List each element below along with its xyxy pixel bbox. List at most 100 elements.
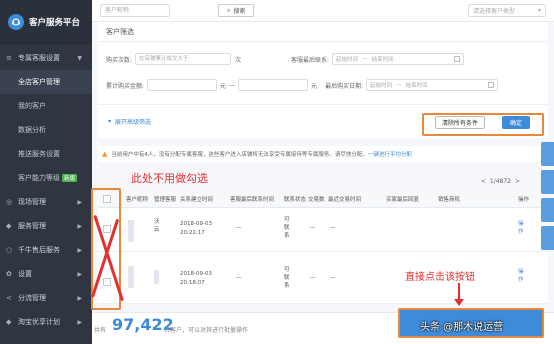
column-header: 管理客服 xyxy=(154,196,177,203)
sidebar-group-exclusive-service[interactable]: ≡ 专属客服设置 ▼ xyxy=(0,46,92,70)
chevron-down-icon: ▾ xyxy=(537,7,541,14)
filter-title: 客户筛选 xyxy=(98,22,548,42)
sidebar-group-label: 千牛售后服务 xyxy=(18,246,60,254)
table-row: 2018-09-03 20:18:07 — 可联系 — — 操作 xyxy=(98,252,548,304)
date-sep: — xyxy=(362,56,368,62)
search-button[interactable]: ⌕ 搜索 xyxy=(218,4,255,17)
last-purchase-date-range[interactable]: 起始时间 — 结束时间 xyxy=(366,79,499,91)
sidebar-group-label: 专属客服设置 xyxy=(18,54,60,62)
customer-type-select[interactable]: 请选择客户类型 ▾ xyxy=(468,4,546,17)
amount-label: 累计购买金额: xyxy=(106,82,145,90)
chevron-right-icon: ▶ xyxy=(77,294,82,302)
pager-prev-button[interactable]: < xyxy=(481,178,486,185)
service-name: 沃云 xyxy=(154,219,160,233)
customer-avatar xyxy=(128,220,134,242)
sidebar-group-label: 分流管理 xyxy=(18,294,46,302)
filter-row-amount: 累计购买金额: 元 — 元 最后购买日期: 起始时间 — 结束时间 xyxy=(98,72,548,98)
date-from: 起始时间 xyxy=(336,57,359,63)
circle-icon: ○ xyxy=(6,246,13,254)
table-header: 客户昵称 管理客服 关系建立时间 客服最后联系时间 联系状态 交易数 最近交易时… xyxy=(98,190,548,208)
sidebar-item-push-settings[interactable]: 推送服务设置 xyxy=(0,142,92,166)
chevron-right-icon: ▶ xyxy=(77,270,82,278)
warning-notice: ▲ 当前用户中有4人，没有分配专属客服，这些客户进入店铺将无法享受专属接待等专属… xyxy=(98,146,548,162)
sidebar-group-qianniu-aftersale[interactable]: ○ 千牛售后服务 ▶ xyxy=(0,238,92,262)
unit-label: 次 xyxy=(235,56,242,64)
count-suffix: 名客户，可以对其进行批量操作 xyxy=(164,327,249,334)
side-tab[interactable] xyxy=(541,170,554,194)
sidebar-group-service-management[interactable]: ◆ 服务管理 ▶ xyxy=(0,214,92,238)
sidebar-group-label: 淘宝优享计划 xyxy=(18,318,60,326)
notice-text: 当前用户中有4人，没有分配专属客服，这些客户进入店铺将无法享受专属接待等专属服务… xyxy=(111,152,368,158)
new-badge: 新版 xyxy=(62,174,78,182)
diamond-icon: ◆ xyxy=(6,222,12,230)
column-header: 买家最后回复 xyxy=(386,196,420,203)
trade-count: — xyxy=(310,275,316,281)
side-tab[interactable] xyxy=(541,142,554,166)
chevron-right-icon: ▶ xyxy=(77,198,82,206)
column-header: 联系状态 xyxy=(284,196,307,203)
sidebar-group-label: 服务管理 xyxy=(18,222,46,230)
customer-avatar xyxy=(128,266,134,288)
contact-status: 可联系 xyxy=(284,267,290,289)
last-contact-date-range[interactable]: 起始时间 — 结束时间 xyxy=(332,53,465,65)
search-icon: ⌕ xyxy=(227,6,231,14)
chevron-down-icon: ▾ xyxy=(108,118,112,125)
auto-assign-link[interactable]: 一键进行平均分配 xyxy=(368,150,412,158)
sidebar-group-settings[interactable]: ✿ 设置 ▶ xyxy=(0,262,92,286)
select-placeholder: 请选择客户类型 xyxy=(473,8,516,15)
count-prefix: 共有 xyxy=(94,327,107,334)
column-header: 操作 xyxy=(518,196,530,203)
sidebar-group-label: 设置 xyxy=(18,270,32,278)
annotation-no-check: 此处不用做勾选 xyxy=(131,172,208,185)
arrow-head-icon xyxy=(454,299,464,306)
contact-status: 可联系 xyxy=(284,217,290,239)
headset-logo-icon xyxy=(8,13,24,30)
sidebar-item-data-analysis[interactable]: 数据分析 xyxy=(0,118,92,142)
last-contact: — xyxy=(236,225,242,231)
pager-page: 1/4872 xyxy=(489,178,511,185)
location-icon: ◎ xyxy=(6,198,13,206)
pager-next-button[interactable]: > xyxy=(515,178,520,185)
sidebar-item-label: 我的客户 xyxy=(18,102,46,110)
sidebar-item-all-customers[interactable]: 全店客户管理 xyxy=(0,70,92,94)
side-tab[interactable] xyxy=(541,226,554,250)
trade-count: — xyxy=(310,225,316,231)
menu-icon: ≡ xyxy=(6,54,12,62)
sidebar-group-routing[interactable]: < 分流管理 ▶ xyxy=(0,286,92,310)
row-action-link[interactable]: 操作 xyxy=(518,268,526,284)
diamond-icon: ◆ xyxy=(6,318,12,326)
chevron-right-icon: ▶ xyxy=(77,318,82,326)
advanced-filter-link[interactable]: 展开高级筛选 xyxy=(115,117,151,126)
amount-min-input[interactable] xyxy=(147,79,218,91)
column-header: 销售商机 xyxy=(438,196,461,203)
unit-label: 元 xyxy=(220,82,227,90)
column-header: 关系建立时间 xyxy=(180,196,214,203)
service-avatar xyxy=(154,270,159,284)
column-header: 最近交易时间 xyxy=(328,196,362,203)
sidebar-group-label: 现场管理 xyxy=(18,198,46,206)
chevron-down-icon: ▼ xyxy=(77,54,82,62)
relation-time: 20:21:17 xyxy=(180,230,205,236)
sidebar-group-site-management[interactable]: ◎ 现场管理 ▶ xyxy=(0,190,92,214)
floating-side-tabs xyxy=(541,142,554,254)
sidebar-item-label: 全店客户管理 xyxy=(18,78,60,86)
filter-row-purchases: 购买次数: 在店铺累计成交大于 次 客服最后联系: 起始时间 — 结束时间 xyxy=(98,46,548,72)
column-header: 交易数 xyxy=(308,196,325,203)
side-tab[interactable] xyxy=(541,198,554,222)
sidebar-group-taobao-plan[interactable]: ◆ 淘宝优享计划 ▶ xyxy=(0,310,92,334)
last-contact-label: 客服最后联系: xyxy=(291,56,330,64)
search-input[interactable]: 客户昵称 xyxy=(100,4,170,17)
purchase-count-input[interactable]: 在店铺累计成交大于 xyxy=(135,53,232,65)
table-row: 沃云 2018-09-03 20:21:17 — 可联系 — — 操作 xyxy=(98,208,548,252)
last-trade: — xyxy=(330,275,336,281)
row-action-link[interactable]: 操作 xyxy=(518,220,526,236)
sidebar-item-customer-level[interactable]: 客户能力等级 新版 xyxy=(0,166,92,190)
calendar-icon xyxy=(488,82,495,88)
date-sep: — xyxy=(396,82,402,88)
search-button-label: 搜索 xyxy=(233,8,246,15)
amount-max-input[interactable] xyxy=(238,79,309,91)
sidebar-item-my-customers[interactable]: 我的客户 xyxy=(0,94,92,118)
brand[interactable]: 客户服务平台 xyxy=(0,0,92,44)
gear-icon: ✿ xyxy=(6,270,12,278)
relation-date: 2018-09-03 xyxy=(180,271,212,277)
